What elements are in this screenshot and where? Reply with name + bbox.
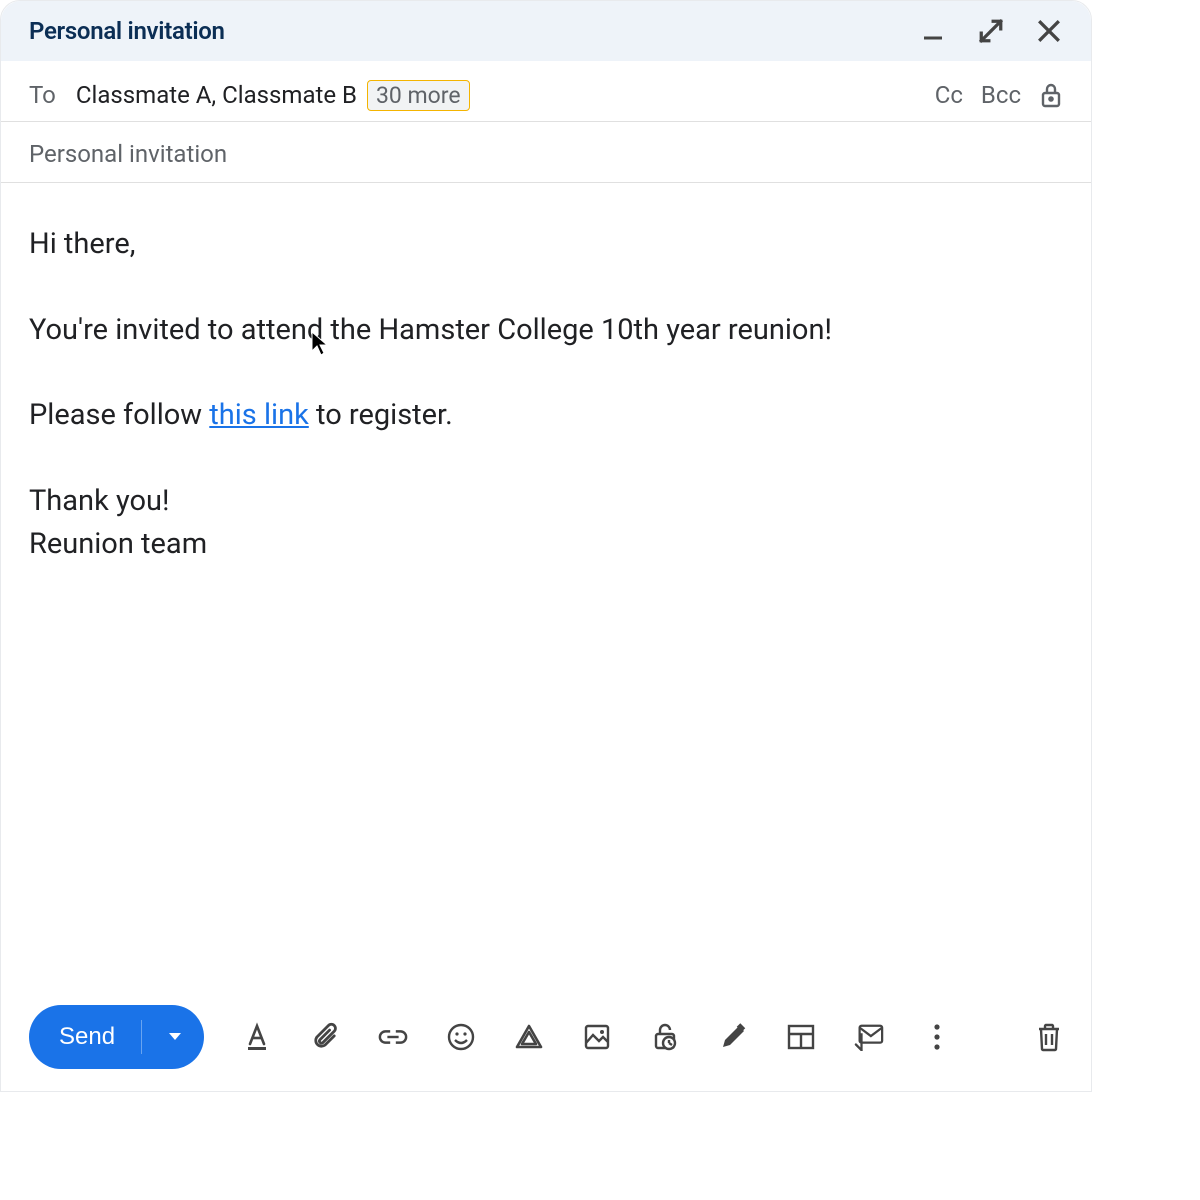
send-divider — [141, 1020, 142, 1054]
insert-image-icon[interactable] — [582, 1022, 612, 1052]
bcc-button[interactable]: Bcc — [981, 81, 1021, 109]
mail-check-icon[interactable] — [854, 1022, 884, 1052]
recipients-row[interactable]: To Classmate A, Classmate B 30 more Cc B… — [1, 61, 1091, 122]
emoji-icon[interactable] — [446, 1022, 476, 1052]
register-link[interactable]: this link — [209, 398, 309, 432]
discard-draft-button[interactable] — [1035, 1022, 1063, 1052]
cc-button[interactable]: Cc — [935, 81, 963, 109]
recipients-list[interactable]: Classmate A, Classmate B 30 more — [76, 81, 470, 109]
layout-icon[interactable] — [786, 1022, 816, 1052]
window-title: Personal invitation — [29, 17, 225, 45]
body-greeting: Hi there, — [29, 223, 1063, 267]
compose-window: Personal invitation To Classmate A, Clas… — [0, 0, 1092, 1092]
minimize-button[interactable] — [919, 17, 947, 45]
formatting-toolbar — [242, 1022, 952, 1052]
more-options-icon[interactable] — [922, 1022, 952, 1052]
drive-icon[interactable] — [514, 1022, 544, 1052]
body-line-1: You're invited to attend the Hamster Col… — [29, 309, 1063, 353]
link-icon[interactable] — [378, 1022, 408, 1052]
subject-input[interactable]: Personal invitation — [1, 122, 1091, 183]
more-recipients-pill[interactable]: 30 more — [367, 80, 470, 111]
send-label: Send — [59, 1023, 115, 1051]
body-line-2: Please follow this link to register. — [29, 394, 1063, 438]
compose-header: Personal invitation — [1, 1, 1091, 61]
to-label: To — [29, 81, 56, 109]
attach-icon[interactable] — [310, 1022, 340, 1052]
signature-icon[interactable] — [718, 1022, 748, 1052]
send-options-icon[interactable] — [168, 1032, 182, 1042]
recipient-right-controls: Cc Bcc — [935, 81, 1063, 109]
recipient-names: Classmate A, Classmate B — [76, 81, 357, 109]
confidential-mode-icon[interactable] — [650, 1022, 680, 1052]
mouse-cursor-icon — [311, 331, 329, 357]
expand-button[interactable] — [977, 17, 1005, 45]
close-button[interactable] — [1035, 17, 1063, 45]
compose-toolbar: Send — [1, 987, 1091, 1091]
window-controls — [919, 17, 1063, 45]
send-button[interactable]: Send — [29, 1005, 204, 1069]
lock-icon[interactable] — [1039, 82, 1063, 108]
body-closing: Thank you! Reunion team — [29, 480, 1063, 567]
text-format-icon[interactable] — [242, 1022, 272, 1052]
email-body[interactable]: Hi there, You're invited to attend the H… — [1, 183, 1091, 987]
